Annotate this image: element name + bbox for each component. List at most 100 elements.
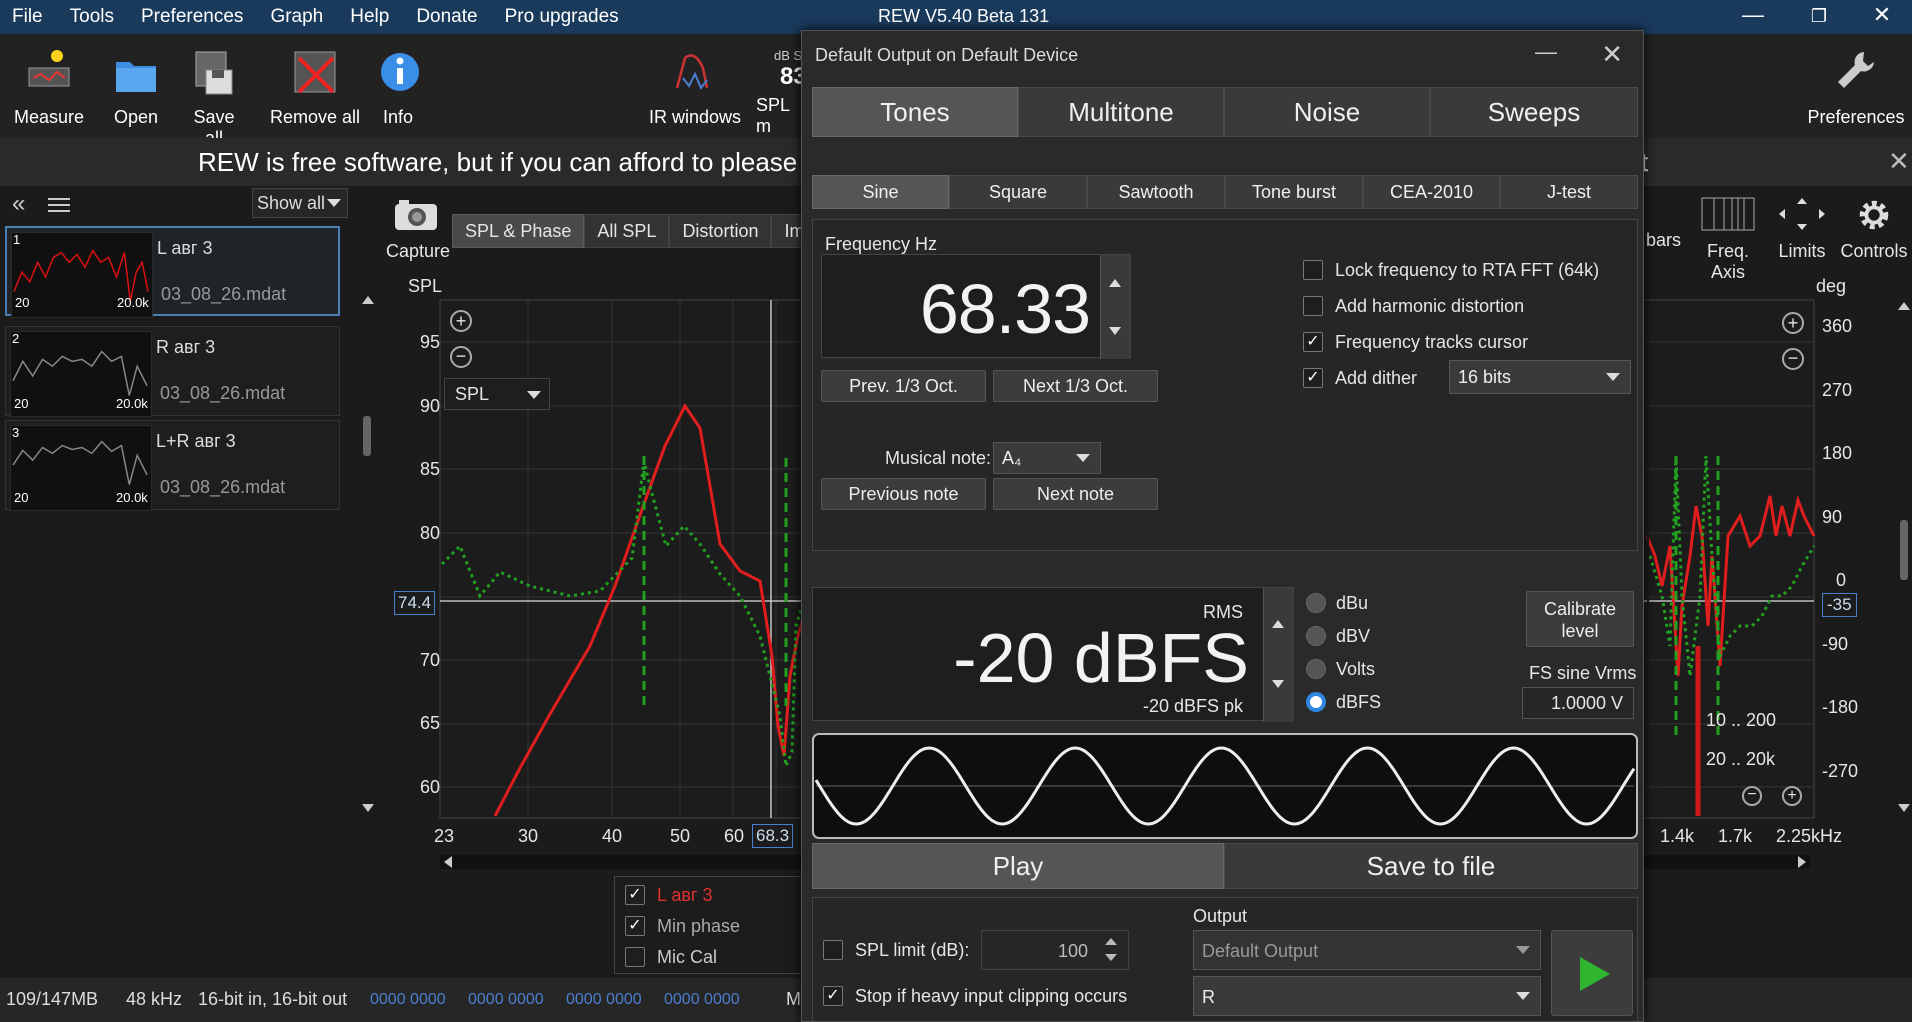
measurement-x-end: 20.0k	[116, 396, 148, 411]
spl-limit-down-icon[interactable]	[1105, 954, 1117, 961]
level-spinner[interactable]: RMS -20 dBFS -20 dBFS pk	[812, 587, 1294, 722]
x-zoom-in-icon[interactable]: +	[1782, 786, 1802, 806]
right-scrollbar[interactable]	[1898, 302, 1910, 814]
controls-button[interactable]: Controls	[1836, 196, 1912, 262]
restore-button[interactable]: ❐	[1799, 6, 1839, 27]
menu-graph[interactable]: Graph	[270, 6, 323, 28]
y-tick: 95	[419, 332, 440, 352]
harmonic-distortion-checkbox[interactable]	[1303, 296, 1323, 316]
tab-spl-phase[interactable]: SPL & Phase	[452, 214, 585, 248]
measurement-item-1[interactable]: 1 20 20.0k L авг 3 03_08_26.mdat	[5, 226, 340, 318]
frequency-spinner[interactable]: 68.33	[821, 254, 1131, 359]
zoom-in-icon[interactable]: +	[450, 310, 472, 332]
fs-sine-field[interactable]: 1.0000 V	[1522, 687, 1634, 719]
tab-tones[interactable]: Tones	[812, 87, 1018, 137]
measurement-item-2[interactable]: 2 20 20.0k R авг 3 03_08_26.mdat	[5, 326, 340, 417]
tab-tone-burst[interactable]: Tone burst	[1225, 175, 1363, 209]
banner-close-icon[interactable]: ✕	[1888, 146, 1910, 177]
increment-icon[interactable]	[1109, 279, 1121, 287]
decrement-icon[interactable]	[1272, 680, 1284, 688]
musical-note-select[interactable]: A₄	[993, 442, 1101, 474]
show-all-select[interactable]: Show all	[252, 188, 348, 218]
zoom-out-icon[interactable]: −	[450, 346, 472, 368]
frequency-value[interactable]: 68.33	[920, 269, 1091, 349]
spl-limit-checkbox[interactable]	[823, 940, 843, 960]
dialog-close-icon[interactable]: ✕	[1601, 39, 1623, 70]
unit-volts-radio[interactable]	[1306, 659, 1326, 679]
legend-check-min-phase[interactable]: ✓	[625, 916, 645, 936]
tab-noise[interactable]: Noise	[1224, 87, 1430, 137]
info-button[interactable]: Info	[378, 48, 419, 128]
phase-tick: 270	[1822, 379, 1853, 400]
tab-sawtooth[interactable]: Sawtooth	[1087, 175, 1225, 209]
level-stepper[interactable]	[1263, 588, 1293, 722]
tab-multitone[interactable]: Multitone	[1018, 87, 1224, 137]
menu-file[interactable]: File	[12, 6, 43, 28]
tab-distortion[interactable]: Distortion	[669, 214, 772, 248]
unit-dbu-radio[interactable]	[1306, 593, 1326, 613]
ir-windows-button[interactable]: IR windows	[648, 48, 742, 128]
tab-square[interactable]: Square	[949, 175, 1087, 209]
save-to-file-button[interactable]: Save to file	[1224, 843, 1638, 889]
open-button[interactable]: Open	[106, 48, 166, 128]
range-label-2: 20 .. 20k	[1706, 749, 1776, 769]
tab-cea-2010[interactable]: CEA-2010	[1363, 175, 1500, 209]
phase-zoom-in-icon[interactable]: +	[1782, 312, 1804, 334]
add-dither-checkbox[interactable]: ✓	[1303, 368, 1323, 388]
decrement-icon[interactable]	[1109, 327, 1121, 335]
prev-third-octave-button[interactable]: Prev. 1/3 Oct.	[821, 370, 986, 402]
preferences-button[interactable]: Preferences	[1806, 48, 1906, 128]
freq-axis-button[interactable]: Freq. Axis	[1688, 196, 1768, 283]
menu-donate[interactable]: Donate	[416, 6, 477, 28]
y-tick: 65	[419, 713, 440, 733]
phase-zoom-out-icon[interactable]: −	[1782, 348, 1804, 370]
legend-check-l[interactable]: ✓	[625, 885, 645, 905]
save-all-button[interactable]: Save all	[184, 48, 244, 149]
bars-label[interactable]: bars	[1646, 230, 1681, 251]
dither-bits-select[interactable]: 16 bits	[1449, 360, 1631, 394]
remove-all-button[interactable]: Remove all	[268, 48, 362, 128]
frequency-tracks-cursor-checkbox[interactable]: ✓	[1303, 332, 1323, 352]
output-channel-select[interactable]: R	[1193, 976, 1541, 1016]
menu-pro-upgrades[interactable]: Pro upgrades	[505, 6, 619, 28]
x-tick: 40	[602, 826, 623, 846]
next-note-button[interactable]: Next note	[993, 478, 1158, 510]
level-value[interactable]: -20 dBFS	[953, 618, 1249, 698]
start-generator-button[interactable]	[1551, 930, 1633, 1016]
calibrate-level-button[interactable]: Calibrate level	[1526, 591, 1634, 647]
dialog-minimize-icon[interactable]: —	[1535, 39, 1557, 65]
spl-limit-input[interactable]: 100	[981, 930, 1129, 970]
legend-check-mic-cal[interactable]	[625, 947, 645, 967]
menu-icon[interactable]	[48, 194, 70, 216]
x-zoom-out-icon[interactable]: −	[1742, 786, 1762, 806]
menu-help[interactable]: Help	[350, 6, 389, 28]
left-scrollbar[interactable]	[362, 296, 374, 812]
next-third-octave-button[interactable]: Next 1/3 Oct.	[993, 370, 1158, 402]
limits-button[interactable]: Limits	[1772, 196, 1832, 262]
spl-limit-up-icon[interactable]	[1105, 938, 1117, 945]
unit-dbfs-radio[interactable]	[1306, 692, 1326, 712]
tab-all-spl[interactable]: All SPL	[584, 214, 670, 248]
lock-fft-checkbox[interactable]	[1303, 260, 1323, 280]
measurement-item-3[interactable]: 3 20 20.0k L+R авг 3 03_08_26.mdat	[5, 420, 340, 511]
close-button[interactable]: ✕	[1862, 2, 1902, 28]
previous-note-button[interactable]: Previous note	[821, 478, 986, 510]
collapse-icon[interactable]: «	[12, 190, 25, 218]
increment-icon[interactable]	[1272, 620, 1284, 628]
stop-clipping-checkbox[interactable]: ✓	[823, 986, 843, 1006]
tab-sine[interactable]: Sine	[812, 175, 949, 209]
output-device-select[interactable]: Default Output	[1193, 930, 1541, 970]
menu-preferences[interactable]: Preferences	[141, 6, 243, 28]
spl-meter-button[interactable]: dB S 83 SPL m	[756, 48, 807, 137]
graph-trace-select[interactable]: SPL	[444, 378, 550, 410]
play-button[interactable]: Play	[812, 843, 1224, 889]
lock-fft-label: Lock frequency to RTA FFT (64k)	[1335, 260, 1600, 280]
menu-tools[interactable]: Tools	[70, 6, 114, 28]
tab-j-test[interactable]: J-test	[1500, 175, 1638, 209]
frequency-stepper[interactable]	[1100, 255, 1130, 359]
minimize-button[interactable]: —	[1733, 2, 1773, 28]
tab-sweeps[interactable]: Sweeps	[1430, 87, 1638, 137]
measure-button[interactable]: Measure	[14, 48, 84, 128]
unit-dbv-radio[interactable]	[1306, 626, 1326, 646]
capture-button[interactable]: Capture	[386, 198, 450, 262]
